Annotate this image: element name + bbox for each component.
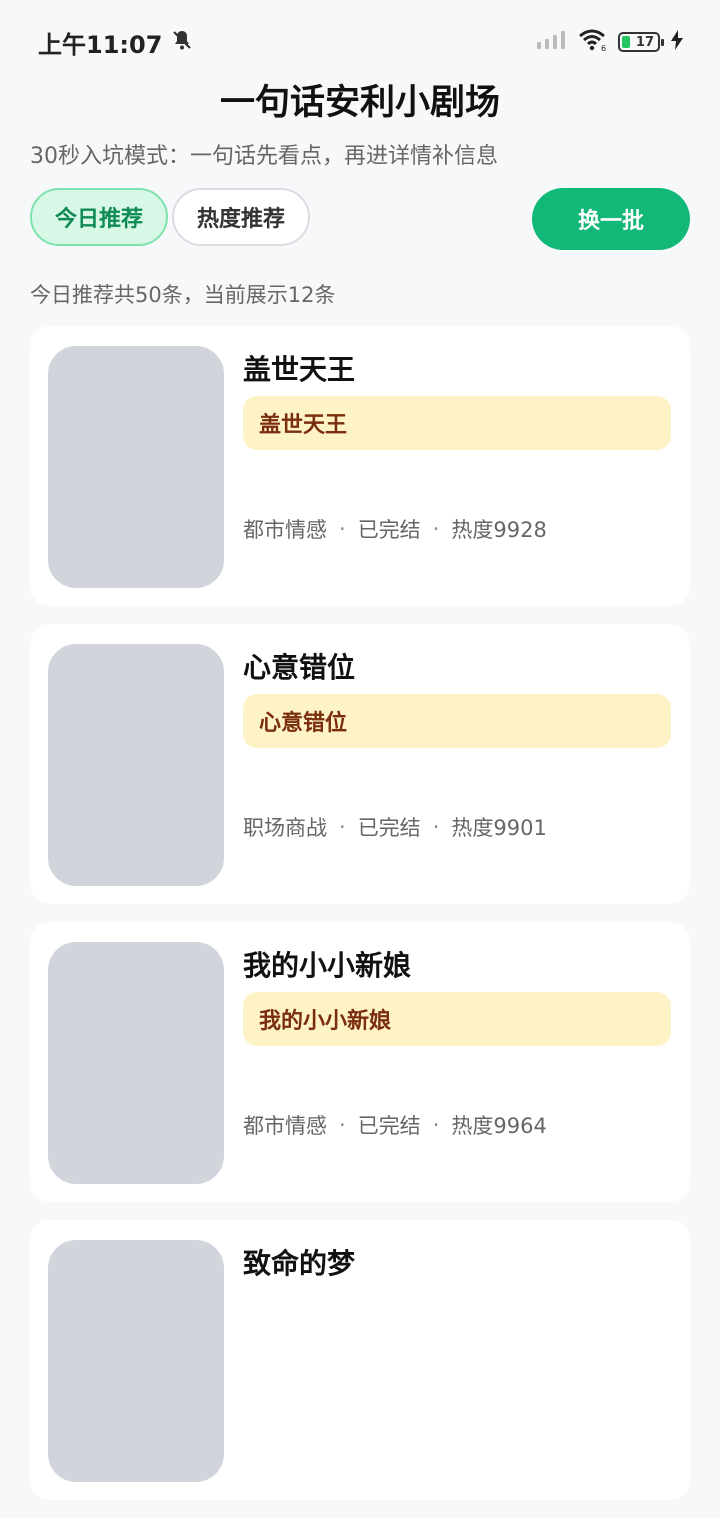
cover-image [48, 644, 224, 886]
status: 已完结 [357, 518, 421, 542]
drama-card[interactable]: 心意错位 心意错位 职场商战 · 已完结 · 热度9901 [30, 624, 690, 904]
hook-line: 盖世天王 [243, 396, 671, 450]
status-time: 上午11:07 [38, 30, 163, 59]
card-meta: 都市情感 · 已完结 · 热度9964 [243, 1110, 547, 1140]
page-subtitle: 30秒入坑模式：一句话先看点，再进详情补信息 [30, 144, 498, 169]
bell-off-icon [170, 28, 194, 56]
genre: 职场商战 [243, 816, 327, 840]
heat: 热度9901 [451, 816, 547, 840]
result-count: 今日推荐共50条，当前展示12条 [30, 283, 336, 307]
hook-line: 我的小小新娘 [243, 992, 671, 1046]
card-title: 致命的梦 [243, 1247, 356, 1280]
hook-line: 心意错位 [243, 694, 671, 748]
charging-icon [670, 29, 684, 55]
separator-dot: · [432, 1113, 440, 1137]
genre: 都市情感 [243, 518, 327, 542]
card-title: 我的小小新娘 [243, 949, 412, 982]
drama-card[interactable]: 我的小小新娘 我的小小新娘 都市情感 · 已完结 · 热度9964 [30, 922, 690, 1202]
svg-text:6: 6 [601, 44, 606, 52]
battery-icon: 17 [618, 32, 664, 52]
separator-dot: · [432, 815, 440, 839]
card-title: 心意错位 [243, 651, 356, 684]
drama-card[interactable]: 盖世天王 盖世天王 都市情感 · 已完结 · 热度9928 [30, 326, 690, 606]
cover-image [48, 942, 224, 1184]
separator-dot: · [339, 1113, 346, 1137]
wifi-icon: 6 [578, 28, 608, 56]
battery-level: 17 [635, 34, 654, 50]
genre: 都市情感 [243, 1114, 327, 1138]
separator-dot: · [339, 815, 346, 839]
refresh-button[interactable]: 换一批 [532, 188, 690, 250]
drama-list: 盖世天王 盖世天王 都市情感 · 已完结 · 热度9928 心意错位 心意错位 … [30, 326, 690, 1518]
heat: 热度9928 [451, 518, 547, 542]
status-bar: 上午11:07 6 17 [0, 0, 720, 84]
drama-card[interactable]: 致命的梦 [30, 1220, 690, 1500]
cover-image [48, 346, 224, 588]
separator-dot: · [432, 517, 440, 541]
cover-image [48, 1240, 224, 1482]
card-meta: 职场商战 · 已完结 · 热度9901 [243, 812, 547, 842]
status: 已完结 [357, 1114, 421, 1138]
tab-today[interactable]: 今日推荐 [30, 188, 168, 246]
tab-hot[interactable]: 热度推荐 [172, 188, 310, 246]
tab-bar: 今日推荐 热度推荐 [30, 188, 310, 246]
signal-icon [536, 30, 568, 54]
card-title: 盖世天王 [243, 353, 356, 386]
page-title: 一句话安利小剧场 [219, 83, 500, 123]
status: 已完结 [357, 816, 421, 840]
card-meta: 都市情感 · 已完结 · 热度9928 [243, 514, 547, 544]
separator-dot: · [339, 517, 346, 541]
heat: 热度9964 [451, 1114, 547, 1138]
